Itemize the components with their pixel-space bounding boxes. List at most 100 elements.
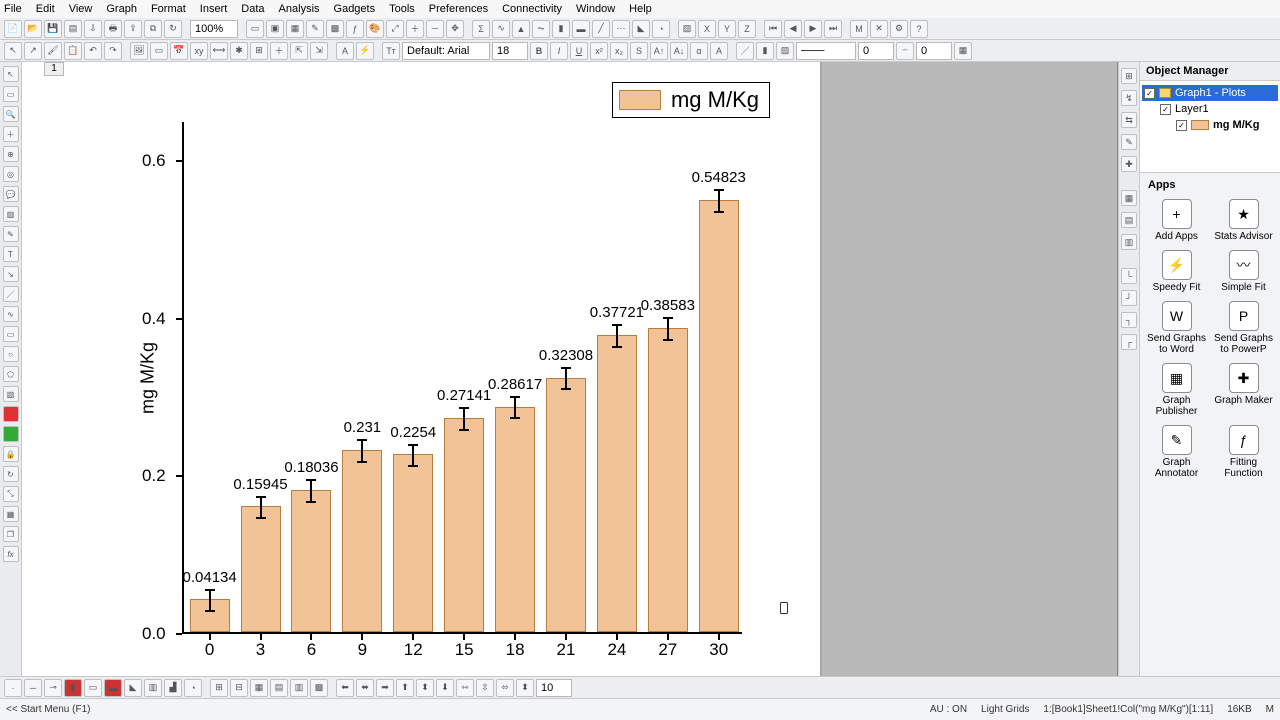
graph-window-icon[interactable]: ▣ (266, 20, 284, 38)
tree-series[interactable]: ✓ mg M/Kg (1142, 117, 1278, 133)
rect-tool-icon[interactable]: ▭ (3, 326, 19, 342)
menu-edit[interactable]: Edit (36, 3, 55, 15)
annotation-tool-icon[interactable]: 💬 (3, 186, 19, 202)
italic-icon[interactable]: I (550, 42, 568, 60)
menu-preferences[interactable]: Preferences (429, 3, 488, 15)
menu-view[interactable]: View (69, 3, 93, 15)
rotate-tool-icon[interactable]: ↻ (3, 466, 19, 482)
bar[interactable] (190, 599, 230, 632)
arrow-tool-icon[interactable]: ↘ (3, 266, 19, 282)
distribute-h-icon[interactable]: ⇿ (456, 679, 474, 697)
x-tool-icon[interactable]: X (698, 20, 716, 38)
menu-analysis[interactable]: Analysis (279, 3, 320, 15)
strike-icon[interactable]: S (630, 42, 648, 60)
signal-icon[interactable]: ⏦ (532, 20, 550, 38)
font-type-icon[interactable]: Tᴛ (382, 42, 400, 60)
color-icon[interactable]: 🎨 (366, 20, 384, 38)
font-grow-icon[interactable]: A↑ (650, 42, 668, 60)
extract-icon[interactable]: ⇱ (290, 42, 308, 60)
grid-icon[interactable]: ▦ (954, 42, 972, 60)
palette-axis4-icon[interactable]: ┌ (1121, 334, 1137, 350)
y-tool-icon[interactable]: Y (718, 20, 736, 38)
xy-icon[interactable]: xy (190, 42, 208, 60)
peak-icon[interactable]: ▲ (512, 20, 530, 38)
lock-tool-icon[interactable]: 🔒 (3, 446, 19, 462)
template1-icon[interactable]: ⊞ (210, 679, 228, 697)
app-item[interactable]: ✚Graph Maker (1213, 363, 1274, 417)
line-plot-icon[interactable]: ╱ (592, 20, 610, 38)
first-icon[interactable]: ⏮ (764, 20, 782, 38)
palette-5-icon[interactable]: ✚ (1121, 156, 1137, 172)
bar[interactable] (444, 418, 484, 632)
scatter-small-icon[interactable]: · (4, 679, 22, 697)
line-width-combo[interactable]: 0 (858, 42, 894, 60)
export-icon[interactable]: ⇪ (124, 20, 142, 38)
palette-3-icon[interactable]: ⇆ (1121, 112, 1137, 128)
tree-root[interactable]: ✓ Graph1 - Plots (1142, 85, 1278, 101)
font-color-icon[interactable]: A (710, 42, 728, 60)
undo-icon[interactable]: ↶ (84, 42, 102, 60)
bar[interactable] (291, 490, 331, 632)
align-right-icon[interactable]: ➡ (376, 679, 394, 697)
menu-insert[interactable]: Insert (200, 3, 228, 15)
curve-tool-icon[interactable]: ∿ (3, 306, 19, 322)
menu-gadgets[interactable]: Gadgets (334, 3, 376, 15)
align-top-icon[interactable]: ⬆ (396, 679, 414, 697)
checkbox-icon[interactable]: ✓ (1176, 120, 1187, 131)
bar[interactable] (597, 335, 637, 632)
image-icon[interactable]: 🖼 (130, 42, 148, 60)
pattern-icon[interactable]: ▨ (776, 42, 794, 60)
legend-icon[interactable]: ▭ (150, 42, 168, 60)
menu-tools[interactable]: Tools (389, 3, 415, 15)
duplicate-icon[interactable]: ⧉ (144, 20, 162, 38)
palette-grid3-icon[interactable]: ▥ (1121, 234, 1137, 250)
object-manager-tree[interactable]: ✓ Graph1 - Plots ✓ Layer1 ✓ mg M/Kg (1140, 81, 1280, 173)
menu-format[interactable]: Format (151, 3, 186, 15)
box-small-icon[interactable]: ▭ (84, 679, 102, 697)
matrix-view-icon[interactable]: M (850, 20, 868, 38)
close-x-icon[interactable]: ✕ (870, 20, 888, 38)
date-icon[interactable]: 📅 (170, 42, 188, 60)
color-red-icon[interactable] (3, 406, 19, 422)
bar[interactable] (393, 454, 433, 632)
pointer-icon[interactable]: ↖ (4, 42, 22, 60)
app-item[interactable]: WSend Graphs to Word (1146, 301, 1207, 355)
paste-format-icon[interactable]: 📋 (64, 42, 82, 60)
linepoint-small-icon[interactable]: ⊸ (44, 679, 62, 697)
cursor-tool-icon[interactable]: ↖ (3, 66, 19, 82)
rescale-icon[interactable]: ⤢ (386, 20, 404, 38)
tree-layer[interactable]: ✓ Layer1 (1142, 101, 1278, 117)
dash-combo[interactable]: 0 (916, 42, 952, 60)
palette-1-icon[interactable]: ⊞ (1121, 68, 1137, 84)
template6-icon[interactable]: ▩ (310, 679, 328, 697)
menu-help[interactable]: Help (629, 3, 652, 15)
hist-small-icon[interactable]: ▥ (144, 679, 162, 697)
italic-tool-icon[interactable]: fx (3, 546, 19, 562)
bottom-num-combo[interactable]: 10 (536, 679, 572, 697)
menu-graph[interactable]: Graph (106, 3, 137, 15)
prev-icon[interactable]: ◀ (784, 20, 802, 38)
menu-connectivity[interactable]: Connectivity (502, 3, 562, 15)
template2-icon[interactable]: ⊟ (230, 679, 248, 697)
asterisk-icon[interactable]: ✱ (230, 42, 248, 60)
app-item[interactable]: +Add Apps (1146, 199, 1207, 242)
app-item[interactable]: ★Stats Advisor (1213, 199, 1274, 242)
new-layer-icon[interactable]: ⊞ (250, 42, 268, 60)
circle-tool-icon[interactable]: ○ (3, 346, 19, 362)
menu-window[interactable]: Window (576, 3, 615, 15)
layer-tool-icon[interactable]: ❐ (3, 526, 19, 542)
waterfall-small-icon[interactable]: ▟ (164, 679, 182, 697)
font-size-combo[interactable]: 18 (492, 42, 528, 60)
zoom-tool-icon[interactable]: 🔍 (3, 106, 19, 122)
font-shrink-icon[interactable]: A↓ (670, 42, 688, 60)
reader-tool-icon[interactable]: ＋ (3, 126, 19, 142)
column-small-icon[interactable]: ▮ (64, 679, 82, 697)
add-plot-icon[interactable]: ＋ (270, 42, 288, 60)
zoom-combo[interactable]: 100% (190, 20, 238, 38)
anti-alias-icon[interactable]: A (336, 42, 354, 60)
bold-icon[interactable]: B (530, 42, 548, 60)
template-icon[interactable]: ▤ (64, 20, 82, 38)
line-tool-icon[interactable]: ／ (3, 286, 19, 302)
bar[interactable] (648, 328, 688, 632)
palette-axis1-icon[interactable]: └ (1121, 268, 1137, 284)
